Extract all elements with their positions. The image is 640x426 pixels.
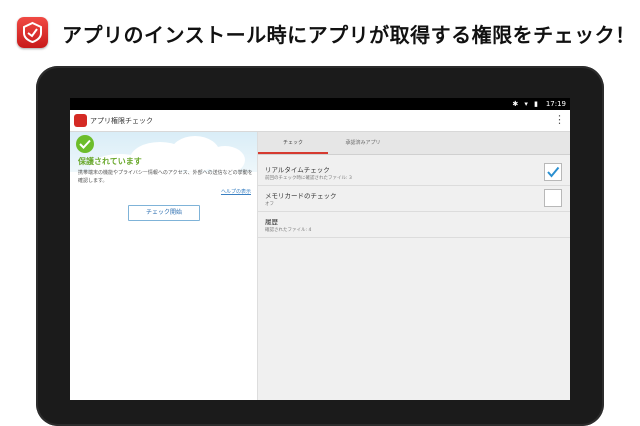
- realtime-check-checkbox[interactable]: [544, 163, 562, 181]
- headline-text: アプリのインストール時にアプリが取得する権限をチェック！: [62, 23, 636, 47]
- status-bar: ✱ ▾ ▮ 17:19: [70, 98, 570, 110]
- status-description: 携帯端末の機能やプライバシー情報へのアクセス、外部への送信などの挙動を確認します…: [78, 170, 253, 184]
- action-bar: アプリ権限チェック ⋮: [70, 110, 570, 132]
- list-item-history[interactable]: 履歴 確認されたファイル: 4: [258, 212, 570, 238]
- start-check-button[interactable]: チェック開始: [128, 205, 200, 221]
- check-panel: チェック 承認済みアプリ リアルタイムチェック 前回のチェック時に確認されたファ…: [258, 132, 570, 400]
- app-logo-icon: [17, 17, 48, 48]
- tab-approved-apps[interactable]: 承認済みアプリ: [328, 132, 398, 154]
- status-clock: 17:19: [545, 100, 566, 108]
- tab-check[interactable]: チェック: [258, 132, 328, 154]
- memory-card-checkbox[interactable]: [544, 189, 562, 207]
- row-title: メモリカードのチェック: [265, 192, 337, 200]
- app-title: アプリ権限チェック: [90, 117, 153, 125]
- row-title: 履歴: [265, 218, 278, 226]
- row-subtitle: 前回のチェック時に確認されたファイル: 3: [265, 176, 352, 181]
- protected-check-icon: [76, 135, 94, 153]
- row-title: リアルタイムチェック: [265, 166, 330, 174]
- tablet-screen: ✱ ▾ ▮ 17:19 アプリ権限チェック ⋮ 保護されています 携帯端末の機能…: [70, 98, 570, 400]
- list-item-realtime-check[interactable]: リアルタイムチェック 前回のチェック時に確認されたファイル: 3: [258, 160, 570, 186]
- overflow-menu-icon[interactable]: ⋮: [554, 114, 565, 128]
- protection-status: 保護されています: [78, 157, 142, 166]
- status-panel: 保護されています 携帯端末の機能やプライバシー情報へのアクセス、外部への送信など…: [70, 132, 258, 400]
- list-item-memory-card-check[interactable]: メモリカードのチェック オフ: [258, 186, 570, 212]
- tab-bar: チェック 承認済みアプリ: [258, 132, 570, 155]
- app-icon: [74, 114, 87, 127]
- status-icons: ✱ ▾ ▮: [512, 100, 540, 108]
- checkmark-icon: [547, 166, 560, 178]
- help-link[interactable]: ヘルプの表示: [221, 188, 251, 195]
- row-subtitle: オフ: [265, 202, 274, 207]
- row-subtitle: 確認されたファイル: 4: [265, 228, 312, 233]
- promo-headline-bar: アプリのインストール時にアプリが取得する権限をチェック！: [0, 0, 640, 62]
